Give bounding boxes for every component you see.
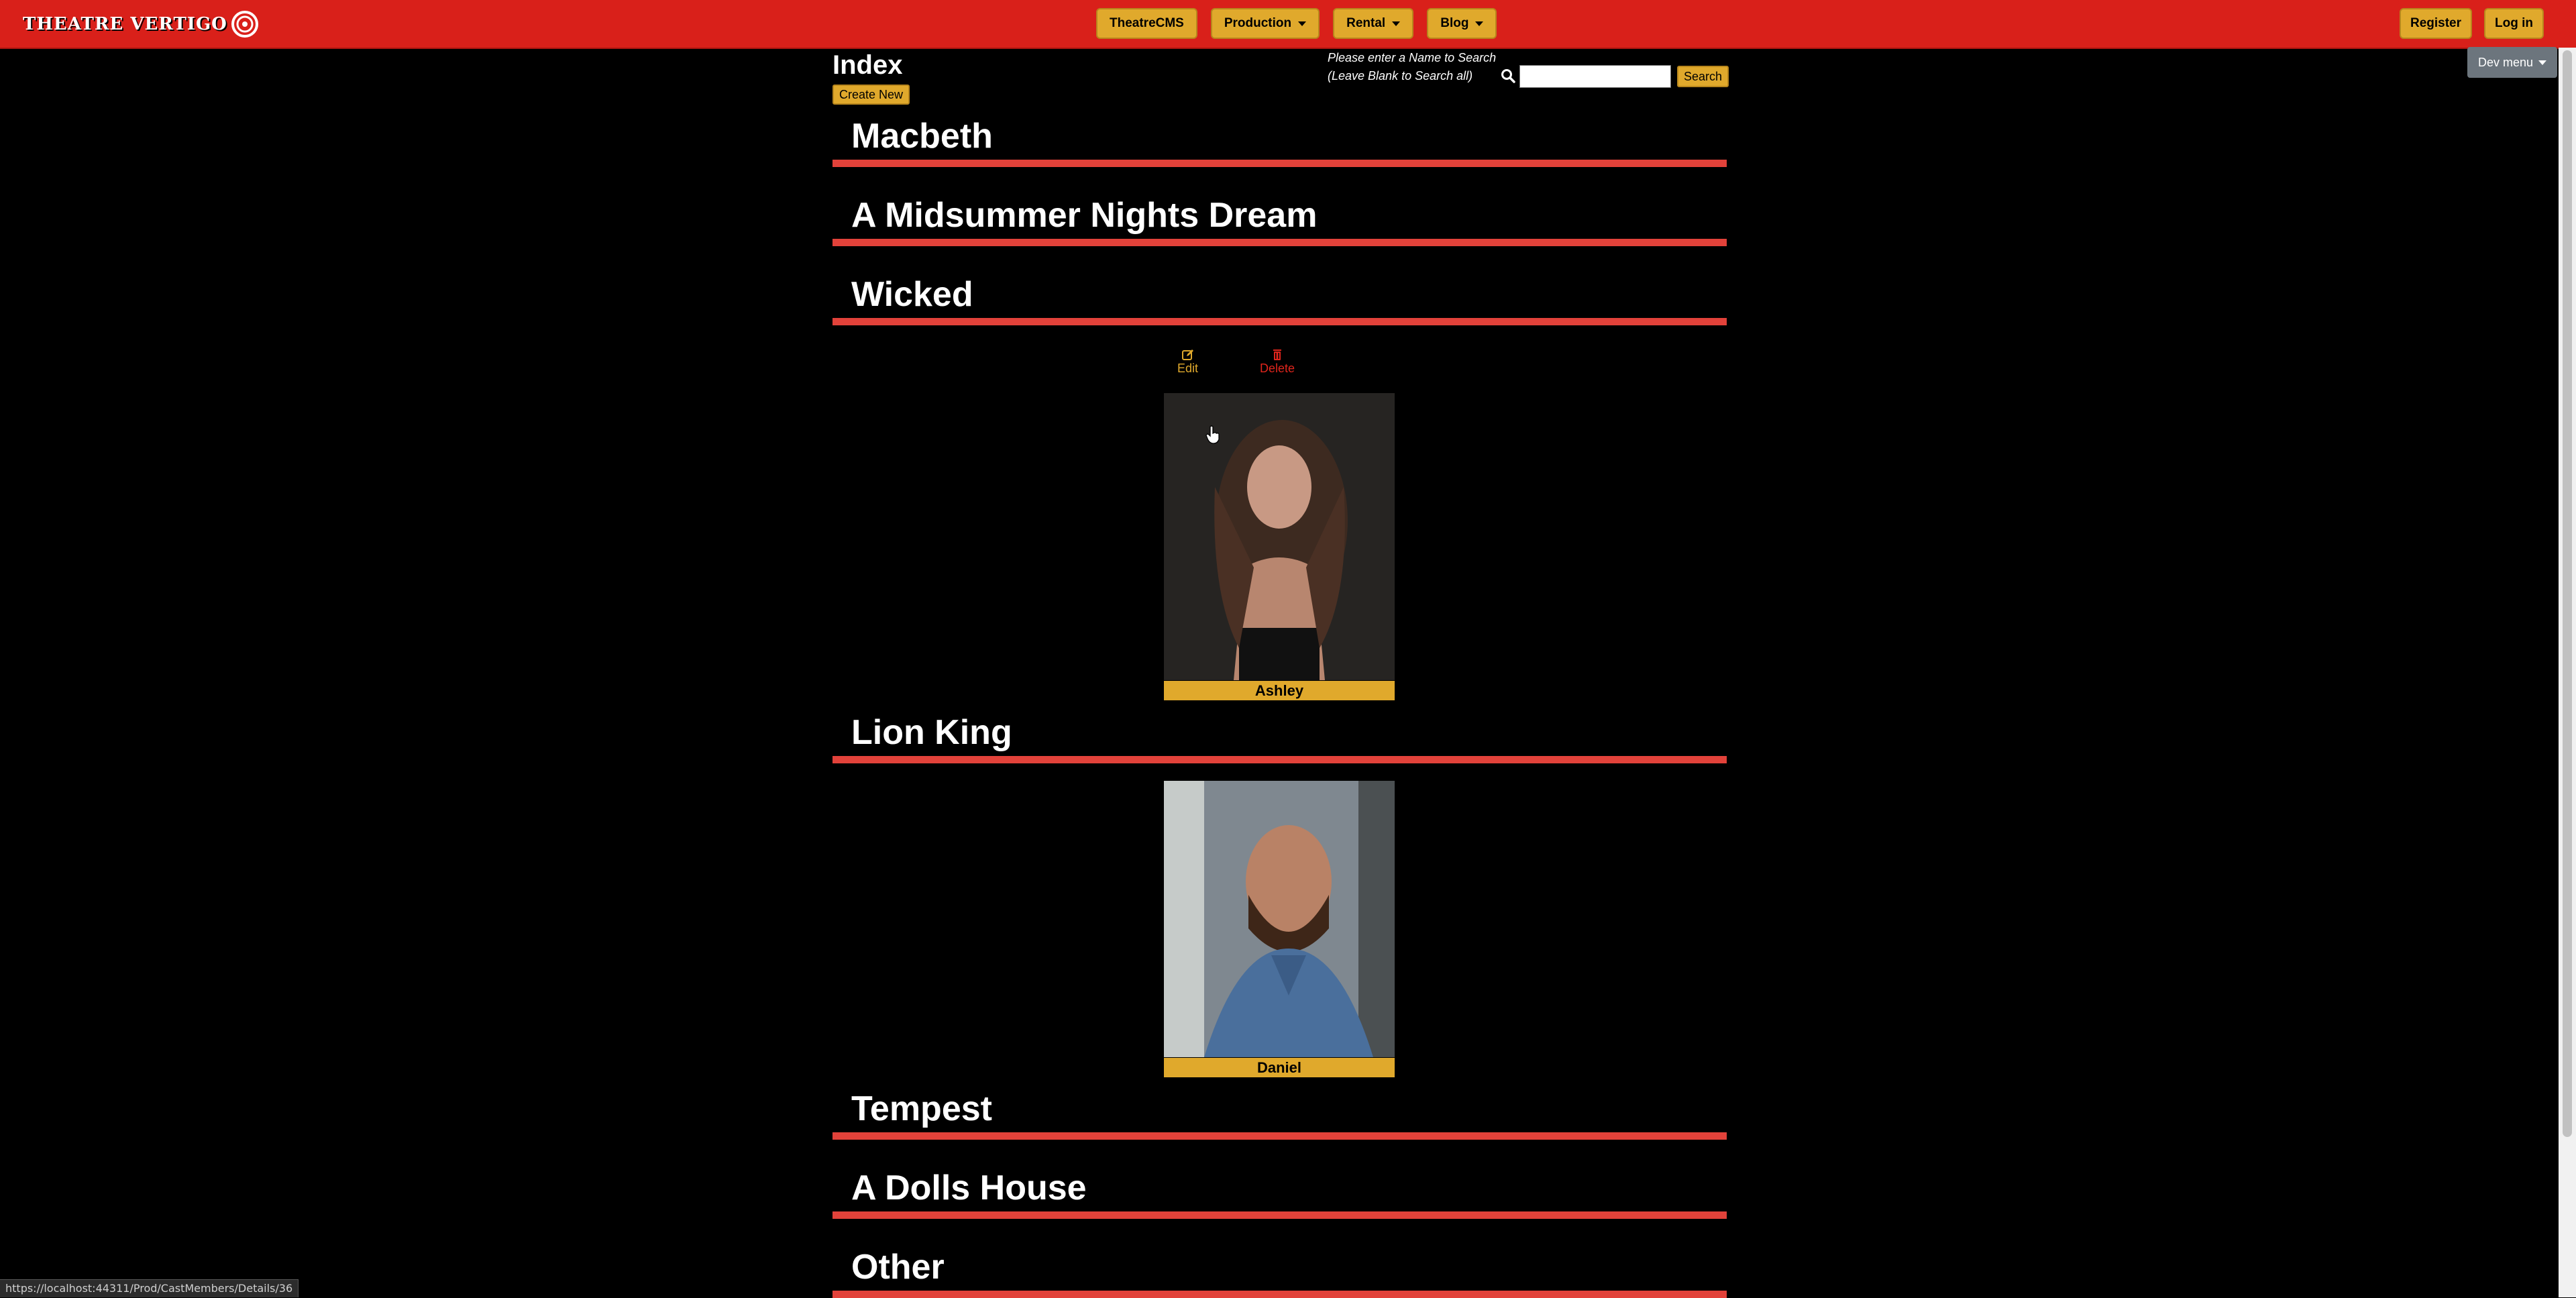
create-new-button[interactable]: Create New	[833, 85, 910, 105]
production-title: Macbeth	[851, 117, 993, 156]
vertical-scrollbar[interactable]	[2559, 48, 2576, 1297]
edit-label: Edit	[1177, 362, 1199, 375]
account-nav: Register Log in	[2399, 8, 2544, 39]
register-button[interactable]: Register	[2399, 8, 2473, 39]
main-nav: TheatreCMS Production Rental Blog	[1096, 8, 1497, 39]
nav-production-dropdown[interactable]: Production	[1210, 8, 1320, 39]
edit-icon	[1181, 349, 1193, 360]
caret-down-icon	[1392, 21, 1401, 26]
production-heading: Other	[833, 1244, 1727, 1298]
caret-down-icon	[1298, 21, 1307, 26]
cast-card[interactable]: Ashley	[1164, 393, 1395, 700]
production-heading: A Dolls House	[833, 1165, 1727, 1219]
nav-label: Rental	[1346, 16, 1386, 30]
nav-label: TheatreCMS	[1110, 16, 1184, 30]
delete-label: Delete	[1260, 362, 1295, 375]
search-hint-line: (Leave Blank to Search all)	[1328, 69, 1473, 83]
nav-rental-dropdown[interactable]: Rental	[1333, 8, 1414, 39]
cast-photo	[1164, 393, 1395, 680]
brand-name: THEATRE VERTIGO	[23, 14, 227, 34]
nav-label: Blog	[1440, 16, 1469, 30]
production-heading: Wicked	[833, 271, 1727, 325]
cast-card[interactable]: Daniel	[1164, 781, 1395, 1077]
caret-down-icon	[2538, 60, 2546, 65]
nav-label: Production	[1224, 16, 1292, 30]
vortex-logo-icon	[231, 11, 258, 38]
hand-cursor-icon	[1205, 425, 1220, 444]
search-icon	[1501, 69, 1515, 83]
production-title: Tempest	[851, 1089, 992, 1128]
dev-menu-dropdown[interactable]: Dev menu	[2467, 47, 2557, 78]
dev-menu-label: Dev menu	[2477, 55, 2533, 69]
production-title: Lion King	[851, 713, 1012, 752]
delete-link[interactable]: Delete	[1260, 348, 1295, 376]
caret-down-icon	[1475, 21, 1484, 26]
search-hint: Please enter a Name to Search (Leave Bla…	[1328, 49, 1496, 85]
cast-photo	[1164, 781, 1395, 1057]
production-title: A Dolls House	[851, 1169, 1087, 1207]
brand-logo-link[interactable]: THEATRE VERTIGO	[23, 11, 260, 38]
trash-icon	[1273, 349, 1282, 360]
search-hint-line: Please enter a Name to Search	[1328, 51, 1497, 64]
production-heading: Tempest	[833, 1085, 1727, 1140]
cast-name: Ashley	[1164, 680, 1395, 700]
edit-link[interactable]: Edit	[1177, 348, 1198, 376]
cast-name: Daniel	[1164, 1057, 1395, 1077]
nav-blog-dropdown[interactable]: Blog	[1427, 8, 1497, 39]
production-heading: Macbeth	[833, 113, 1727, 167]
production-title: Wicked	[851, 275, 973, 314]
login-button[interactable]: Log in	[2484, 8, 2544, 39]
search-button[interactable]: Search	[1677, 66, 1729, 87]
scrollbar-thumb[interactable]	[2563, 50, 2572, 1137]
search-input[interactable]	[1519, 65, 1671, 88]
page-title: Index	[833, 50, 903, 80]
status-bar-url: https://localhost:44311/Prod/CastMembers…	[0, 1279, 299, 1297]
nav-theatrecms[interactable]: TheatreCMS	[1096, 8, 1197, 39]
production-title: A Midsummer Nights Dream	[851, 196, 1318, 235]
production-heading: A Midsummer Nights Dream	[833, 192, 1727, 246]
production-heading: Lion King	[833, 709, 1727, 763]
production-title: Other	[851, 1248, 945, 1287]
top-navbar: THEATRE VERTIGO TheatreCMS Production Re…	[0, 0, 2576, 49]
cast-actions: Edit Delete	[833, 348, 1727, 388]
